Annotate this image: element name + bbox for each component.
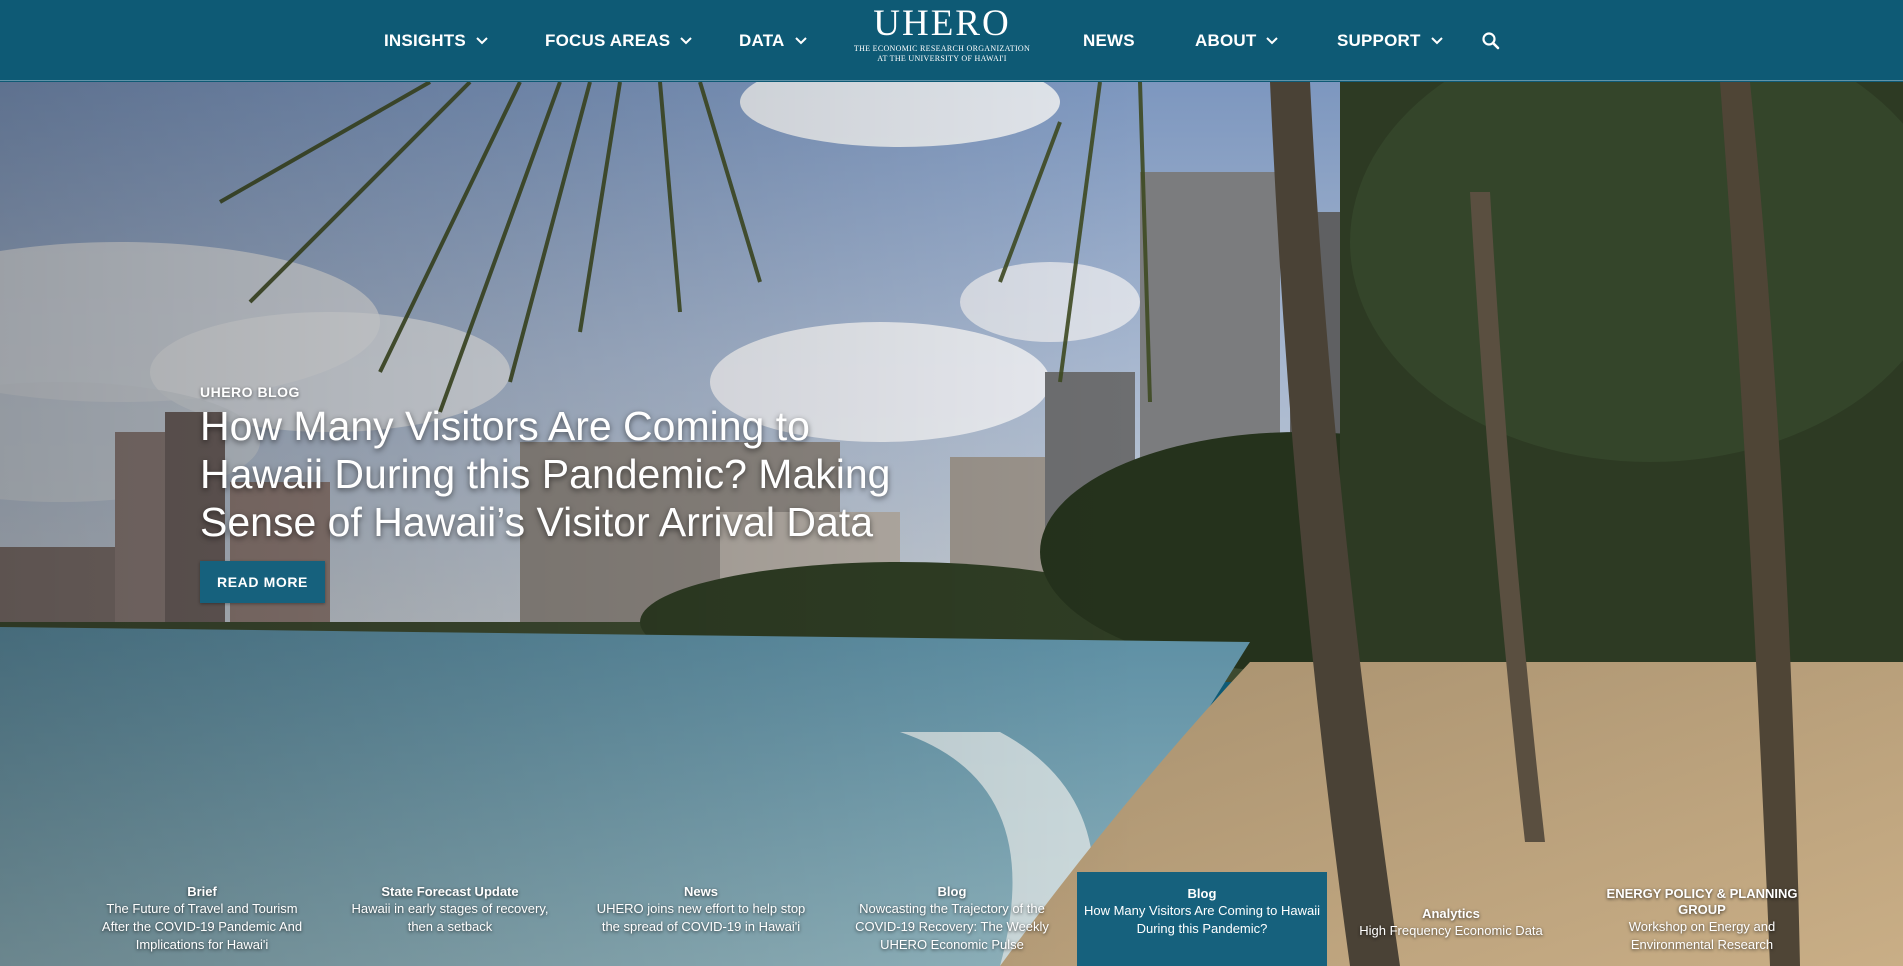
carousel-item[interactable]: Brief The Future of Travel and Tourism A… — [92, 884, 312, 966]
carousel-item[interactable]: ENERGY POLICY & PLANNING GROUP Workshop … — [1592, 886, 1812, 966]
nav-item-label: FOCUS AREAS — [545, 30, 671, 50]
chevron-down-icon — [680, 36, 693, 45]
chevron-down-icon — [476, 36, 488, 45]
carousel-item-title: High Frequency Economic Data — [1359, 923, 1543, 938]
logo-tagline-line2: AT THE UNIVERSITY OF HAWAI'I — [877, 54, 1007, 63]
nav-item-label: SUPPORT — [1337, 30, 1421, 50]
nav-item-label: NEWS — [1083, 30, 1135, 50]
carousel-item-active[interactable]: Blog How Many Visitors Are Coming to Haw… — [1077, 872, 1327, 966]
hero-title[interactable]: How Many Visitors Are Coming to Hawaii D… — [200, 402, 930, 546]
nav-item-support[interactable]: SUPPORT — [1337, 0, 1443, 81]
hero-banner: UHERO BLOG How Many Visitors Are Coming … — [0, 82, 1903, 966]
carousel-item-category: State Forecast Update — [381, 884, 519, 899]
carousel-item[interactable]: State Forecast Update Hawaii in early st… — [340, 884, 560, 966]
chevron-down-icon — [1430, 36, 1443, 45]
nav-item-label: INSIGHTS — [384, 30, 466, 50]
chevron-down-icon — [794, 36, 807, 45]
carousel-item-title: How Many Visitors Are Coming to Hawaii D… — [1083, 903, 1320, 936]
uhero-logo[interactable]: UHERO THE ECONOMIC RESEARCH ORGANIZATION… — [850, 4, 1034, 74]
carousel-item-title: Nowcasting the Trajectory of the COVID-1… — [855, 901, 1049, 952]
hero-kicker: UHERO BLOG — [200, 384, 300, 400]
carousel-item-title: Workshop on Energy and Environmental Res… — [1628, 919, 1776, 952]
carousel-item-title: The Future of Travel and Tourism After t… — [101, 901, 303, 952]
chevron-down-icon — [1266, 36, 1279, 45]
nav-item-news[interactable]: NEWS — [1083, 0, 1135, 81]
carousel-item[interactable]: Analytics High Frequency Economic Data — [1340, 906, 1562, 966]
nav-item-data[interactable]: DATA — [739, 0, 807, 81]
read-more-button[interactable]: READ MORE — [200, 561, 325, 603]
carousel-item-title: Hawaii in early stages of recovery, then… — [351, 901, 549, 934]
nav-item-label: ABOUT — [1195, 30, 1257, 50]
carousel-item[interactable]: Blog Nowcasting the Trajectory of the CO… — [842, 884, 1062, 966]
nav-item-focus-areas[interactable]: FOCUS AREAS — [545, 0, 693, 81]
search-icon[interactable] — [1480, 30, 1502, 52]
carousel-item-category: Blog — [1187, 886, 1217, 901]
featured-carousel: Brief The Future of Travel and Tourism A… — [0, 872, 1903, 966]
logo-tagline-line1: THE ECONOMIC RESEARCH ORGANIZATION — [853, 44, 1031, 53]
carousel-item-category: Blog — [937, 884, 967, 899]
carousel-item-category: Analytics — [1422, 906, 1480, 921]
logo-wordmark: UHERO — [873, 3, 1011, 44]
nav-item-insights[interactable]: INSIGHTS — [384, 0, 488, 81]
nav-item-about[interactable]: ABOUT — [1195, 0, 1279, 81]
top-navigation: INSIGHTS FOCUS AREAS DATA UHERO THE ECON… — [0, 0, 1903, 81]
carousel-item[interactable]: News UHERO joins new effort to help stop… — [588, 884, 814, 966]
carousel-item-title: UHERO joins new effort to help stop the … — [596, 901, 806, 934]
carousel-item-category: News — [684, 884, 718, 899]
nav-item-label: DATA — [739, 30, 785, 50]
carousel-item-category: ENERGY POLICY & PLANNING GROUP — [1606, 886, 1798, 917]
carousel-item-category: Brief — [187, 884, 217, 899]
